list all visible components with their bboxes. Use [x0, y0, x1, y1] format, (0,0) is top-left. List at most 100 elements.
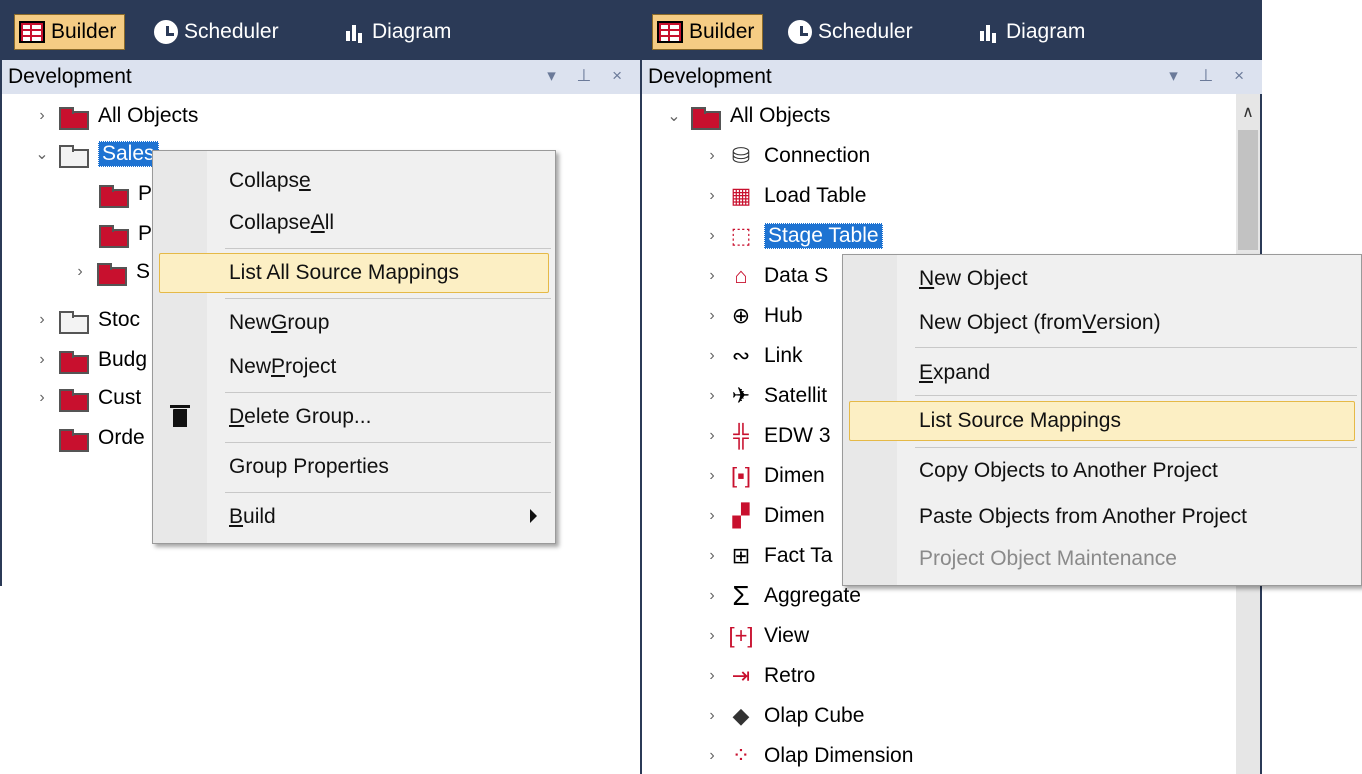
- menu-item-list-all-source-mappings[interactable]: List All Source Mappings: [159, 253, 549, 293]
- menu-item-group-properties[interactable]: Group Properties: [153, 447, 555, 487]
- chevron-right-icon[interactable]: ›: [32, 351, 52, 369]
- chevron-right-icon[interactable]: ›: [702, 667, 722, 685]
- chevron-up-icon[interactable]: ∧: [1236, 102, 1260, 122]
- tree-item[interactable]: › Stoc: [32, 302, 140, 338]
- tree-item-retro[interactable]: › ⇥ Retro: [702, 658, 815, 694]
- chevron-right-icon[interactable]: ›: [702, 707, 722, 725]
- object-context-menu: New Object New Object (from Version) Exp…: [842, 254, 1362, 586]
- tree-item-view[interactable]: › [+] View: [702, 618, 809, 654]
- stage-table-icon: ⬚: [730, 223, 752, 248]
- red-folder-icon: [58, 350, 89, 374]
- tree-item-connection[interactable]: › ⛁ Connection: [702, 138, 870, 174]
- cube-icon: ◆: [732, 703, 750, 728]
- red-folder-icon: [98, 224, 129, 248]
- submenu-arrow-icon: [530, 509, 537, 523]
- chevron-right-icon[interactable]: ›: [702, 627, 722, 645]
- menu-item-collapse-all[interactable]: Collapse All: [153, 203, 555, 243]
- tree-item-dimension[interactable]: › [▪] Dimen: [702, 458, 824, 494]
- tree-item-sales[interactable]: ⌄ Sales: [32, 136, 159, 172]
- chevron-right-icon[interactable]: ›: [32, 107, 52, 125]
- tree-item[interactable]: › Cust: [32, 380, 141, 416]
- folder-icon: [58, 310, 89, 334]
- panel-header: Development ▾ ⊥ ×: [0, 60, 640, 94]
- chevron-right-icon[interactable]: ›: [702, 227, 722, 245]
- chevron-right-icon[interactable]: ›: [702, 547, 722, 565]
- tree-item[interactable]: › Budg: [32, 342, 147, 378]
- menu-separator: [225, 492, 551, 493]
- menu-separator: [915, 395, 1357, 396]
- tree-item-load-table[interactable]: › ▦ Load Table: [702, 178, 866, 214]
- menu-item-list-source-mappings[interactable]: List Source Mappings: [849, 401, 1355, 441]
- menu-item-new-object[interactable]: New Object: [843, 259, 1361, 299]
- menu-item-new-group[interactable]: New Group: [153, 303, 555, 343]
- fact-table-icon: ⊞: [731, 543, 751, 568]
- menu-item-collapse[interactable]: Collaps e: [153, 161, 555, 201]
- tree-item-all-objects[interactable]: ⌄ All Objects: [664, 98, 830, 134]
- chevron-right-icon[interactable]: ›: [702, 747, 722, 765]
- chevron-right-icon[interactable]: ›: [702, 147, 722, 165]
- chevron-right-icon[interactable]: ›: [702, 427, 722, 445]
- scrollbar-thumb[interactable]: [1238, 130, 1258, 250]
- menu-item-project-object-maintenance: Project Object Maintenance: [919, 547, 1177, 570]
- tree-item-dimension-view[interactable]: › ▞ Dimen: [702, 498, 824, 534]
- tab-bar: Builder Scheduler Diagram: [0, 0, 640, 60]
- red-folder-icon: [96, 262, 127, 286]
- chevron-down-icon[interactable]: ⌄: [664, 106, 684, 126]
- tree-item-aggregate[interactable]: › Σ Aggregate: [702, 578, 861, 614]
- panel-controls[interactable]: ▾ ⊥ ×: [547, 66, 630, 86]
- tree-item-fact-table[interactable]: › ⊞ Fact Ta: [702, 538, 832, 574]
- satellite-icon: ✈: [731, 383, 751, 408]
- chevron-right-icon[interactable]: ›: [702, 267, 722, 285]
- tree-item[interactable]: P: [98, 176, 152, 212]
- tree-item-olap-cube[interactable]: › ◆ Olap Cube: [702, 698, 864, 734]
- menu-item-new-object-from-version[interactable]: New Object (from Version): [843, 303, 1361, 343]
- tree-item-olap-dimension[interactable]: › ⁘ Olap Dimension: [702, 738, 913, 774]
- tree-item-all-objects[interactable]: › All Objects: [32, 98, 198, 134]
- red-folder-icon: [690, 106, 721, 130]
- tree-item-edw3[interactable]: › ╬ EDW 3: [702, 418, 830, 454]
- chevron-down-icon[interactable]: ⌄: [32, 144, 52, 164]
- tree-item-data-store[interactable]: › ⌂ Data S: [702, 258, 828, 294]
- menu-item-new-project[interactable]: New Project: [153, 347, 555, 387]
- tree-item-satellite[interactable]: › ✈ Satellit: [702, 378, 827, 414]
- menu-item-copy-objects[interactable]: Copy Objects to Another Project: [843, 451, 1361, 491]
- tree-item[interactable]: Orde: [58, 420, 145, 456]
- tab-diagram[interactable]: Diagram: [342, 14, 459, 50]
- menu-separator: [225, 298, 551, 299]
- chevron-right-icon[interactable]: ›: [702, 467, 722, 485]
- database-icon: ⛁: [731, 143, 751, 168]
- tree-item-link[interactable]: › ∾ Link: [702, 338, 802, 374]
- tab-builder[interactable]: Builder: [14, 14, 126, 50]
- panel-controls[interactable]: ▾ ⊥ ×: [1169, 66, 1252, 86]
- chevron-right-icon[interactable]: ›: [702, 507, 722, 525]
- chevron-right-icon[interactable]: ›: [32, 389, 52, 407]
- chevron-right-icon[interactable]: ›: [70, 263, 90, 281]
- red-folder-icon: [58, 428, 89, 452]
- retro-icon: ⇥: [731, 663, 751, 688]
- chevron-right-icon[interactable]: ›: [32, 311, 52, 329]
- tab-diagram[interactable]: Diagram: [976, 14, 1093, 50]
- red-folder-icon: [98, 184, 129, 208]
- diagram-icon: [980, 23, 1000, 41]
- tree-item[interactable]: › S: [70, 254, 150, 290]
- tree-item-stage-table[interactable]: › ⬚ Stage Table: [702, 218, 883, 254]
- tree-item[interactable]: P: [98, 216, 152, 252]
- builder-icon: [19, 21, 45, 43]
- chevron-right-icon[interactable]: ›: [702, 587, 722, 605]
- chevron-right-icon[interactable]: ›: [702, 307, 722, 325]
- tab-scheduler[interactable]: Scheduler: [784, 14, 921, 50]
- olap-dimension-icon: ⁘: [731, 743, 751, 768]
- tab-builder[interactable]: Builder: [652, 14, 764, 50]
- menu-item-build[interactable]: Build: [153, 497, 555, 537]
- view-icon: [+]: [728, 623, 754, 648]
- tab-scheduler[interactable]: Scheduler: [150, 14, 287, 50]
- trash-icon: [170, 405, 190, 427]
- menu-item-expand[interactable]: Expand: [843, 353, 1361, 393]
- menu-item-delete-group[interactable]: Delete Group...: [153, 397, 555, 437]
- menu-item-paste-objects[interactable]: Paste Objects from Another Project: [843, 497, 1361, 537]
- chevron-right-icon[interactable]: ›: [702, 187, 722, 205]
- diagram-icon: [346, 23, 366, 41]
- chevron-right-icon[interactable]: ›: [702, 347, 722, 365]
- chevron-right-icon[interactable]: ›: [702, 387, 722, 405]
- tree-item-hub[interactable]: › ⊕ Hub: [702, 298, 802, 334]
